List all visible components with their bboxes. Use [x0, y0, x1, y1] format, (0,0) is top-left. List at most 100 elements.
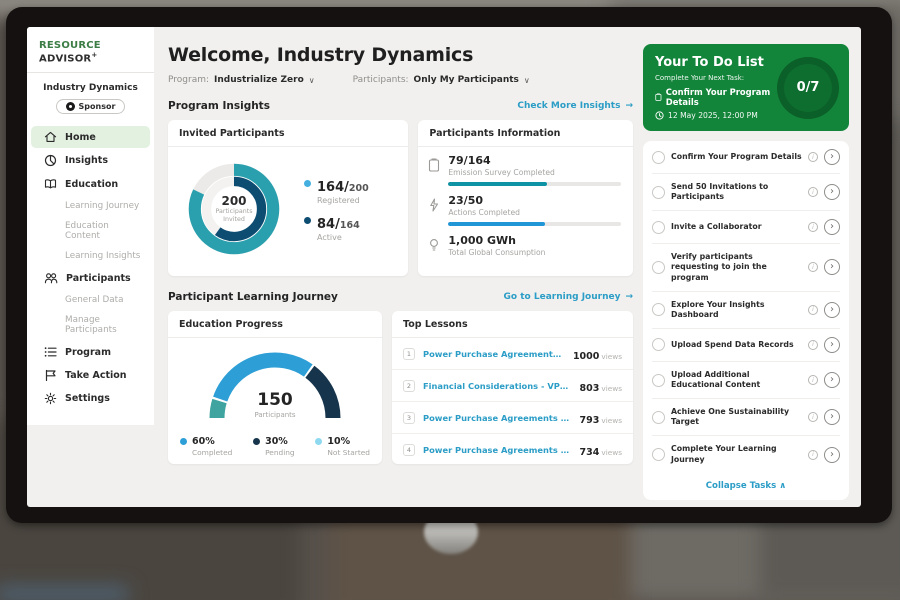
invited-participants-card: Invited Participants: [168, 120, 408, 276]
sponsor-icon: [66, 102, 75, 111]
go-to-learning-journey-link[interactable]: Go to Learning Journey →: [504, 292, 633, 302]
participants-information-card: Participants Information 79/164 Emission…: [418, 120, 633, 276]
sidebar-item-manage-participants[interactable]: Manage Participants: [31, 310, 150, 340]
org-name: Industry Dynamics: [27, 83, 154, 93]
legend-dot: [304, 217, 311, 224]
legend-dot: [253, 438, 260, 445]
desk-photo: RESOURCE ADVISOR+ Industry Dynamics Spon…: [0, 0, 900, 600]
emission-survey-row: 79/164 Emission Survey Completed: [428, 154, 621, 186]
views-label: views: [601, 384, 622, 393]
sidebar-item-label: Insights: [65, 155, 108, 166]
lesson-link[interactable]: Power Purchase Agreements 101: [423, 413, 572, 423]
consumption-label: Total Global Consumption: [448, 248, 621, 257]
task-label: Complete Your Learning Journey: [671, 444, 802, 464]
active-label: Active: [317, 233, 360, 242]
sidebar-item-participants[interactable]: Participants: [31, 267, 150, 289]
sidebar-item-insights[interactable]: Insights: [31, 149, 150, 172]
task-checkbox[interactable]: [652, 448, 665, 461]
chevron-right-button[interactable]: ›: [824, 447, 840, 463]
participants-icon: [44, 272, 58, 284]
actions-completed-row: 23/50 Actions Completed: [428, 194, 621, 226]
info-icon[interactable]: i: [808, 375, 818, 385]
lesson-views: 1000: [573, 351, 599, 362]
sidebar-item-program[interactable]: Program: [31, 341, 150, 363]
chevron-right-button[interactable]: ›: [824, 184, 840, 200]
sidebar-item-education-content[interactable]: Education Content: [31, 216, 150, 246]
task-row-upload-spend-data: Upload Spend Data Records i ›: [652, 329, 840, 362]
program-insights-title: Program Insights: [168, 100, 270, 112]
info-icon[interactable]: i: [808, 450, 818, 460]
survey-clipboard-icon: [428, 154, 441, 186]
info-icon[interactable]: i: [808, 340, 818, 350]
sidebar-item-education[interactable]: Education: [31, 173, 150, 195]
lesson-rank: 4: [403, 444, 415, 456]
actions-completed-value: 23/50: [448, 194, 621, 207]
home-icon: [44, 131, 57, 143]
info-icon[interactable]: i: [808, 152, 818, 162]
emission-survey-progressbar: [448, 182, 621, 186]
chevron-right-button[interactable]: ›: [824, 302, 840, 318]
sidebar-item-learning-journey[interactable]: Learning Journey: [31, 196, 150, 216]
sidebar: RESOURCE ADVISOR+ Industry Dynamics Spon…: [27, 27, 154, 425]
logo-plus: +: [91, 51, 97, 59]
task-checkbox[interactable]: [652, 303, 665, 316]
todo-title: Your To Do List: [655, 55, 771, 70]
check-more-insights-link[interactable]: Check More Insights →: [517, 101, 633, 111]
sidebar-item-general-data[interactable]: General Data: [31, 290, 150, 310]
task-label: Achieve One Sustainability Target: [671, 407, 802, 427]
task-checkbox[interactable]: [652, 261, 665, 274]
program-filter-label: Program:: [168, 75, 209, 85]
chevron-right-button[interactable]: ›: [824, 259, 840, 275]
task-checkbox[interactable]: [652, 151, 665, 164]
info-icon[interactable]: i: [808, 412, 818, 422]
task-checkbox[interactable]: [652, 221, 665, 234]
task-checkbox[interactable]: [652, 411, 665, 424]
not-started-label: Not Started: [327, 448, 370, 457]
invited-total-label: Participants Invited: [208, 208, 260, 224]
task-checkbox[interactable]: [652, 338, 665, 351]
chevron-right-button[interactable]: ›: [824, 337, 840, 353]
info-icon[interactable]: i: [808, 187, 818, 197]
pending-label: Pending: [265, 448, 295, 457]
sidebar-item-label: Program: [65, 347, 111, 358]
chevron-right-button[interactable]: ›: [824, 372, 840, 388]
task-row-confirm-program: Confirm Your Program Details i ›: [652, 141, 840, 174]
lesson-row: 2 Financial Considerations - VPPAs 803vi…: [392, 370, 633, 402]
legend-pending: 30% Pending: [253, 436, 295, 457]
logo-part-dark: ADVISOR: [39, 53, 91, 64]
program-filter[interactable]: Program: Industrialize Zero ∨: [168, 75, 315, 85]
sidebar-item-learning-insights[interactable]: Learning Insights: [31, 246, 150, 266]
resource-advisor-logo[interactable]: RESOURCE ADVISOR+: [27, 34, 154, 72]
clock-icon: [655, 111, 664, 120]
arrow-right-icon: →: [625, 292, 633, 302]
lesson-link[interactable]: Power Purchase Agreements 102: [423, 445, 572, 455]
info-icon[interactable]: i: [808, 222, 818, 232]
lesson-link[interactable]: Power Purchase Agreements 101: [423, 349, 565, 359]
legend-registered: 164/200 Registered: [304, 176, 369, 205]
participants-filter[interactable]: Participants: Only My Participants ∨: [353, 75, 530, 85]
lesson-link[interactable]: Financial Considerations - VPPAs: [423, 381, 572, 391]
sidebar-item-settings[interactable]: Settings: [31, 387, 150, 410]
collapse-tasks-link[interactable]: Collapse Tasks ∧: [652, 473, 840, 500]
legend-dot: [180, 438, 187, 445]
chevron-right-button[interactable]: ›: [824, 149, 840, 165]
legend-dot: [315, 438, 322, 445]
sponsor-badge[interactable]: Sponsor: [56, 99, 126, 114]
chevron-right-button[interactable]: ›: [824, 409, 840, 425]
emission-survey-label: Emission Survey Completed: [448, 168, 621, 177]
active-denominator: 164: [340, 220, 360, 231]
chevron-up-icon: ∧: [779, 481, 786, 491]
info-icon[interactable]: i: [808, 305, 818, 315]
info-icon[interactable]: i: [808, 262, 818, 272]
task-checkbox[interactable]: [652, 374, 665, 387]
sidebar-item-home[interactable]: Home: [31, 126, 150, 148]
sidebar-item-take-action[interactable]: Take Action: [31, 364, 150, 386]
sidebar-item-label: Education: [65, 179, 118, 190]
chevron-right-button[interactable]: ›: [824, 219, 840, 235]
task-row-verify-participants: Verify participants requesting to join t…: [652, 244, 840, 291]
task-checkbox[interactable]: [652, 186, 665, 199]
page-title: Welcome, Industry Dynamics: [168, 44, 633, 66]
sidebar-item-label: Take Action: [65, 370, 127, 381]
task-label: Verify participants requesting to join t…: [671, 252, 802, 282]
divider: [27, 72, 154, 73]
